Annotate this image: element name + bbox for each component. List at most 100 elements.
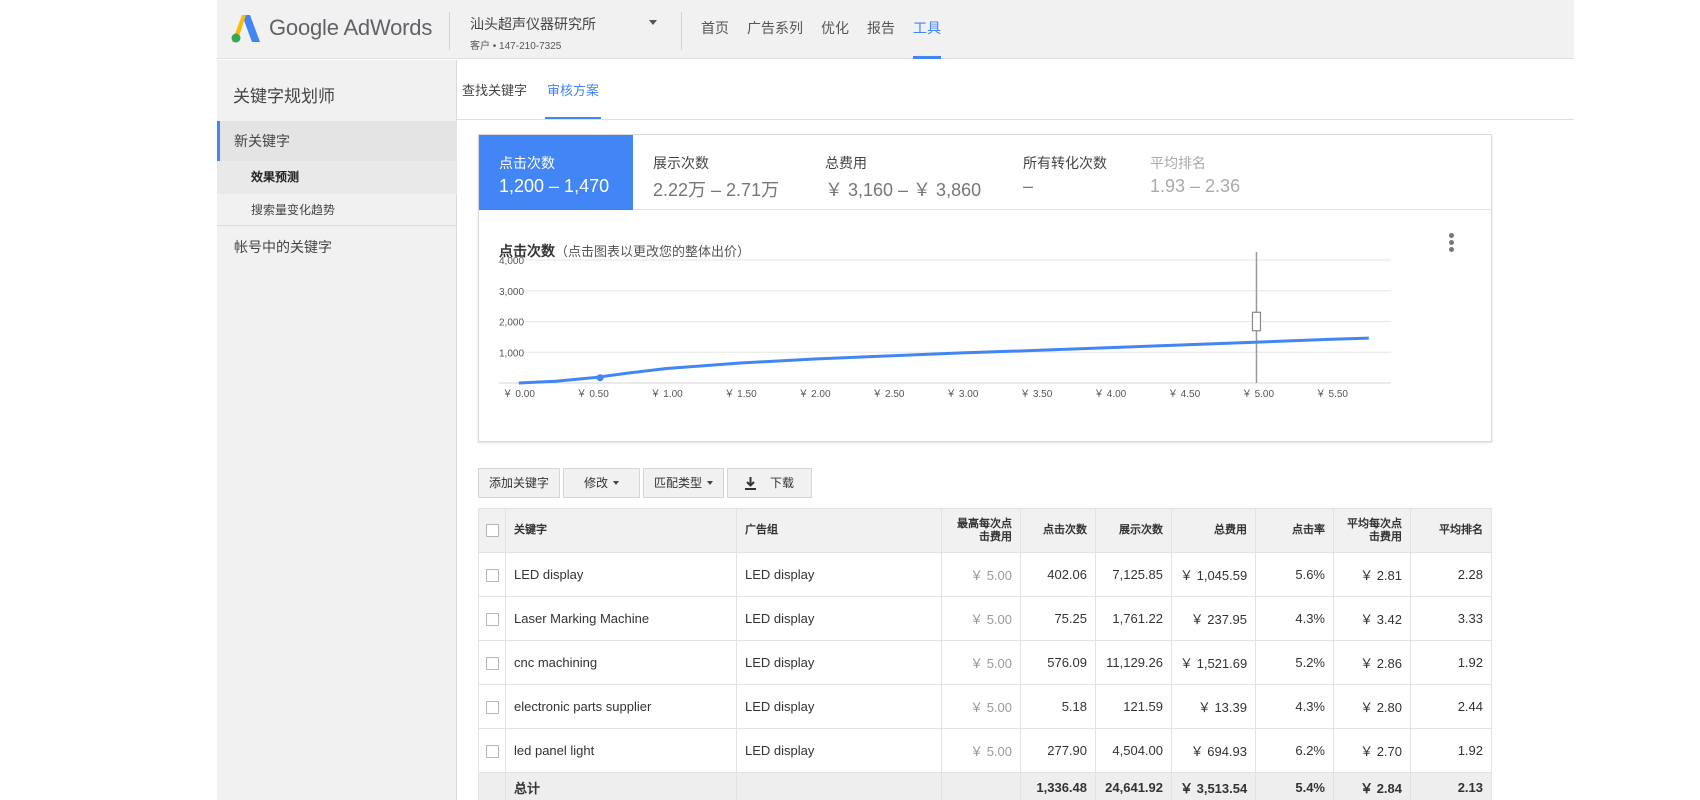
- cell-avg-cpc: ￥ 2.81: [1333, 552, 1411, 597]
- row-checkbox[interactable]: [485, 745, 499, 759]
- table-row[interactable]: LED display LED display ￥ 5.00 402.06 7,125.…: [478, 552, 1492, 597]
- metric-impressions[interactable]: 展示次数 2.22万 – 2.71万: [633, 135, 805, 210]
- total-empty-cell: [941, 772, 1021, 800]
- match-type-dropdown-button[interactable]: 匹配类型: [643, 468, 725, 498]
- cell-impressions: 1,761.22: [1095, 596, 1172, 641]
- metric-value: ￥ 3,160 – ￥ 3,860: [825, 180, 982, 200]
- total-avg-cpc: ￥ 2.84: [1333, 772, 1411, 800]
- nav-opportunities[interactable]: 优化: [821, 0, 849, 59]
- cell-ctr: 4.3%: [1255, 596, 1334, 641]
- col-max-cpc[interactable]: 最高每次点 击费用: [941, 508, 1021, 553]
- col-cost[interactable]: 总费用: [1171, 508, 1256, 553]
- cell-impressions: 11,129.26: [1095, 640, 1172, 685]
- cell-max-cpc[interactable]: ￥ 5.00: [941, 728, 1021, 773]
- cell-keyword[interactable]: cnc machining: [505, 640, 737, 685]
- cell-keyword[interactable]: LED display: [505, 552, 737, 597]
- total-impressions: 24,641.92: [1095, 772, 1172, 800]
- cell-cost: ￥ 1,521.69: [1171, 640, 1256, 685]
- x-tick-label: ￥ 0.00: [503, 389, 536, 400]
- y-tick-label: 4,000: [499, 256, 524, 267]
- row-select-cell: [478, 552, 506, 597]
- row-checkbox[interactable]: [485, 701, 499, 715]
- table-row[interactable]: led panel light LED display ￥ 5.00 277.90 4,…: [478, 728, 1492, 773]
- x-tick-label: ￥ 2.00: [798, 389, 831, 400]
- col-clicks[interactable]: 点击次数: [1020, 508, 1096, 553]
- add-keyword-button[interactable]: 添加关键字: [478, 468, 561, 498]
- sidebar-item-trends[interactable]: 搜索量变化趋势: [217, 194, 457, 226]
- table-row[interactable]: cnc machining LED display ￥ 5.00 576.09 11,1…: [478, 640, 1492, 685]
- cell-ctr: 6.2%: [1255, 728, 1334, 773]
- cell-cost: ￥ 1,045.59: [1171, 552, 1256, 597]
- sidebar-item-forecast[interactable]: 效果预测: [217, 161, 457, 194]
- header-divider: [449, 12, 450, 50]
- nav-tools[interactable]: 工具: [913, 0, 941, 59]
- cell-clicks: 402.06: [1020, 552, 1096, 597]
- table-total-row: 总计 1,336.48 24,641.92 ￥ 3,513.54 5.4% ￥ 2.84 2…: [478, 772, 1492, 800]
- cell-avg-position: 2.44: [1410, 684, 1492, 729]
- clicks-chart[interactable]: 1,000 2,000 3,000 4,000 ￥ 0.00 ￥ 0.50 ￥ 1.00 ￥ …: [479, 250, 1491, 425]
- metric-cost[interactable]: 总费用 ￥ 3,160 – ￥ 3,860: [805, 135, 1003, 210]
- nav-campaigns[interactable]: 广告系列: [747, 0, 803, 59]
- cell-keyword[interactable]: electronic parts supplier: [505, 684, 737, 729]
- chevron-down-icon: [613, 481, 620, 485]
- tab-review-plan[interactable]: 审核方案: [545, 60, 602, 120]
- cell-max-cpc[interactable]: ￥ 5.00: [941, 552, 1021, 597]
- total-empty-cell: [478, 772, 506, 800]
- bid-marker-handle: [1251, 311, 1262, 332]
- row-checkbox[interactable]: [485, 657, 499, 671]
- account-selector[interactable]: 汕头超声仪器研究所 客户 • 147-210-7325: [470, 14, 596, 52]
- select-all-checkbox[interactable]: [485, 523, 499, 537]
- x-tick-label: ￥ 5.00: [1242, 389, 1275, 400]
- col-avg-position[interactable]: 平均排名: [1410, 508, 1492, 553]
- adwords-logo[interactable]: Google AdWords: [231, 13, 432, 43]
- x-tick-label: ￥ 4.50: [1168, 389, 1201, 400]
- adwords-logo-icon: [231, 15, 260, 43]
- tabs-underline: [457, 119, 1574, 120]
- cell-max-cpc[interactable]: ￥ 5.00: [941, 684, 1021, 729]
- col-max-cpc-line1: 最高每次点: [957, 517, 1012, 530]
- metric-clicks[interactable]: 点击次数 1,200 – 1,470: [479, 135, 633, 210]
- cell-keyword[interactable]: led panel light: [505, 728, 737, 773]
- metric-value: –: [1023, 176, 1034, 196]
- cell-avg-cpc: ￥ 2.70: [1333, 728, 1411, 773]
- cell-impressions: 121.59: [1095, 684, 1172, 729]
- sidebar-item-account-keywords[interactable]: 帐号中的关键字: [217, 230, 457, 264]
- nav-reports[interactable]: 报告: [867, 0, 895, 59]
- top-header: Google AdWords 汕头超声仪器研究所 客户 • 147-210-73…: [217, 0, 1574, 59]
- tab-find-keywords[interactable]: 查找关键字: [460, 60, 529, 120]
- download-button[interactable]: 下载: [727, 468, 813, 498]
- sidebar-item-new-keywords[interactable]: 新关键字: [217, 121, 457, 161]
- y-tick-label: 2,000: [499, 318, 524, 329]
- match-type-label: 匹配类型: [654, 476, 703, 490]
- metric-value: 1.93 – 2.36: [1150, 176, 1241, 196]
- col-ad-group[interactable]: 广告组: [736, 508, 942, 553]
- col-ctr[interactable]: 点击率: [1255, 508, 1334, 553]
- cell-keyword[interactable]: Laser Marking Machine: [505, 596, 737, 641]
- cell-ad-group: LED display: [736, 596, 942, 641]
- x-tick-label: ￥ 4.00: [1094, 389, 1127, 400]
- cell-cost: ￥ 237.95: [1171, 596, 1256, 641]
- row-checkbox[interactable]: [485, 613, 499, 627]
- table-row[interactable]: Laser Marking Machine LED display ￥ 5.00 75…: [478, 596, 1492, 641]
- metric-avg-position[interactable]: 平均排名 1.93 – 2.36: [1130, 135, 1290, 210]
- col-keyword[interactable]: 关键字: [505, 508, 737, 553]
- cell-ad-group: LED display: [736, 684, 942, 729]
- row-checkbox[interactable]: [485, 569, 499, 583]
- account-dropdown-caret-icon[interactable]: [649, 20, 657, 25]
- cell-max-cpc[interactable]: ￥ 5.00: [941, 640, 1021, 685]
- edit-dropdown-button[interactable]: 修改: [563, 468, 641, 498]
- metric-conversions[interactable]: 所有转化次数 –: [1003, 135, 1130, 210]
- col-impressions[interactable]: 展示次数: [1095, 508, 1172, 553]
- clicks-series-line: [518, 336, 1369, 385]
- chevron-down-icon: [707, 481, 714, 485]
- cell-avg-position: 1.92: [1410, 728, 1492, 773]
- total-cost: ￥ 3,513.54: [1171, 772, 1256, 800]
- col-avg-cpc[interactable]: 平均每次点 击费用: [1333, 508, 1411, 553]
- cell-ctr: 5.2%: [1255, 640, 1334, 685]
- table-row[interactable]: electronic parts supplier LED display ￥ 5.…: [478, 684, 1492, 729]
- cell-max-cpc[interactable]: ￥ 5.00: [941, 596, 1021, 641]
- x-tick-label: ￥ 1.50: [724, 389, 757, 400]
- row-select-cell: [478, 728, 506, 773]
- metric-label: 总费用: [825, 155, 867, 171]
- nav-home[interactable]: 首页: [701, 0, 729, 59]
